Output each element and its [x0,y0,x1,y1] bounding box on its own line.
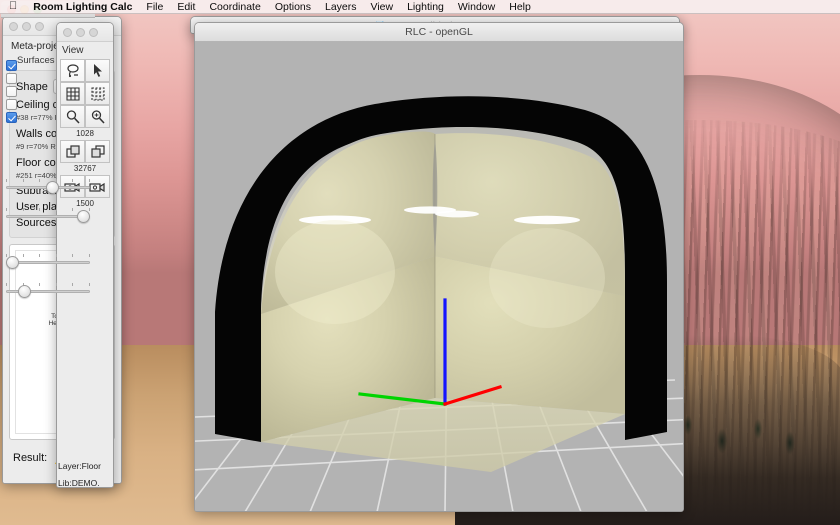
status-library: Lib:DEMO. [58,478,100,488]
grid-dotted-icon[interactable] [85,82,110,105]
zoom-button[interactable] [35,21,44,31]
grid-checkbox[interactable] [6,112,17,123]
menu-item-file[interactable]: File [139,0,170,14]
view-palette-title: View [62,45,84,56]
menu-item-options[interactable]: Options [268,0,318,14]
layer-back-icon[interactable] [85,140,110,163]
opengl-titlebar[interactable]: RLC - openGL [195,23,683,42]
tool-row-4[interactable] [57,140,113,163]
3d-scene [195,42,683,511]
tool-row-1[interactable] [57,59,113,82]
view-value-1028: 1028 [76,129,94,138]
status-layer: Layer:Floor [58,461,101,471]
density-slider-knob[interactable] [6,256,19,269]
blend-add-colors-checkbox[interactable] [6,86,17,97]
opengl-viewport[interactable] [195,42,683,511]
opengl-window-title: RLC - openGL [405,26,473,38]
window-controls[interactable] [3,21,44,31]
minimize-button[interactable] [22,21,31,31]
animate-checkbox[interactable] [6,99,17,110]
near-slider-knob[interactable] [46,181,60,194]
zoom-button[interactable] [89,27,98,37]
menu-item-coordinate[interactable]: Coordinate [202,0,267,14]
far-slider-knob[interactable] [77,210,91,223]
far-slider[interactable] [6,208,91,223]
grid-dense-icon[interactable] [60,82,85,105]
start-slider-knob[interactable] [17,285,31,298]
mesh-faces-checkbox[interactable] [6,60,17,71]
menu-item-help[interactable]: Help [502,0,538,14]
apple-logo-icon[interactable]:  [0,1,26,12]
density-slider-ticks [6,254,90,258]
view-palette-titlebar[interactable] [57,23,113,42]
near-slider[interactable] [6,179,90,194]
menu-app-name[interactable]: Room Lighting Calc [26,0,139,14]
result-label: Result: [13,452,48,464]
start-slider[interactable] [6,283,90,298]
arrow-pointer-icon[interactable] [85,59,110,82]
menu-item-layers[interactable]: Layers [318,0,364,14]
tool-row-2[interactable] [57,82,113,105]
tool-row-3[interactable] [57,105,113,128]
minimize-button[interactable] [76,27,85,37]
menu-item-window[interactable]: Window [451,0,502,14]
close-button[interactable] [63,27,72,37]
close-button[interactable] [9,21,18,31]
label-shape: Shape [16,80,48,93]
magnifier-icon[interactable] [60,105,85,128]
opengl-window[interactable]: RLC - openGL [194,22,684,512]
view-value-32767: 32767 [73,164,97,173]
lasso-select-icon[interactable] [60,59,85,82]
menu-bar[interactable]:  Room Lighting Calc File Edit Coordinat… [0,0,840,14]
model-linked-checkbox[interactable] [6,73,17,84]
layer-front-icon[interactable] [60,140,85,163]
magnifier-zoom-icon[interactable] [85,105,110,128]
menu-item-lighting[interactable]: Lighting [400,0,451,14]
far-slider-ticks [6,208,90,212]
density-slider[interactable] [6,254,90,269]
view-palette-window-controls[interactable] [57,27,98,37]
menu-item-edit[interactable]: Edit [170,0,202,14]
menu-item-view[interactable]: View [364,0,401,14]
